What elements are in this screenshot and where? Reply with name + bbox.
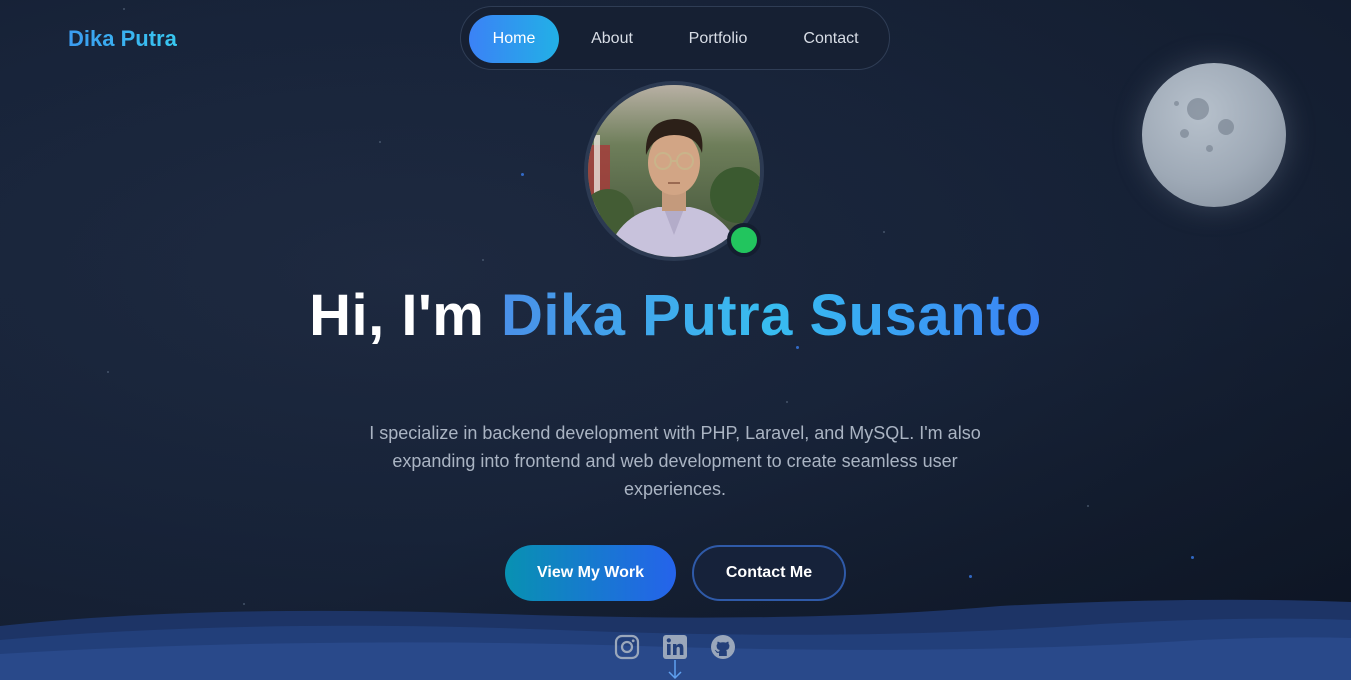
nav-home[interactable]: Home	[469, 15, 559, 63]
instagram-icon[interactable]	[614, 634, 640, 660]
contact-me-button[interactable]: Contact Me	[692, 545, 846, 601]
online-status-indicator	[727, 223, 761, 257]
linkedin-icon[interactable]	[662, 634, 688, 660]
scroll-down-arrow-icon[interactable]	[666, 660, 684, 680]
hero-name: Dika Putra Susanto	[501, 283, 1042, 348]
hero-heading: Hi, I'm Dika Putra Susanto	[0, 282, 1351, 349]
brand-logo[interactable]: Dika Putra	[68, 26, 177, 52]
moon-illustration	[1142, 63, 1286, 207]
github-icon[interactable]	[710, 634, 736, 660]
hero-greeting: Hi, I'm	[309, 283, 501, 348]
nav-contact[interactable]: Contact	[787, 15, 875, 63]
hero-description: I specialize in backend development with…	[369, 423, 981, 499]
nav-portfolio[interactable]: Portfolio	[673, 15, 763, 63]
main-navigation: Home About Portfolio Contact	[460, 6, 890, 70]
view-my-work-button[interactable]: View My Work	[505, 545, 676, 601]
nav-about[interactable]: About	[573, 15, 651, 63]
